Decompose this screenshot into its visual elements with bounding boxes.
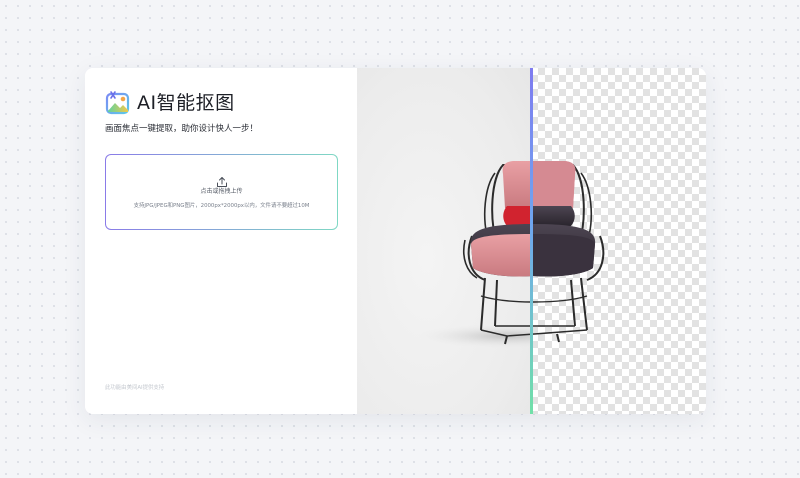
cutout-card: AI智能抠图 画面焦点一键提取，助你设计快人一步！ 点击或拖拽上传 支持JPG/…: [85, 68, 706, 414]
upload-icon: [216, 173, 228, 187]
powered-by-text: 此功能由美间AI提供支持: [105, 385, 165, 391]
upload-hint: 支持JPG/JPEG和PNG图片，2000px*2000px以内，文件请不要超过…: [133, 203, 310, 209]
chair-cutout-image: [531, 68, 706, 414]
page-subtitle: 画面焦点一键提取，助你设计快人一步！: [105, 124, 259, 134]
cutout-result-image: [531, 68, 706, 414]
upload-dropzone[interactable]: 点击或拖拽上传 支持JPG/JPEG和PNG图片，2000px*2000px以内…: [105, 154, 338, 230]
preview-panel: [357, 68, 706, 414]
page-title: AI智能抠图: [137, 92, 235, 114]
upload-label: 点击或拖拽上传: [200, 188, 243, 195]
image-cutout-logo-icon: [105, 90, 131, 116]
chair-image: [357, 68, 531, 414]
original-image: [357, 68, 531, 414]
compare-slider-handle[interactable]: [530, 68, 533, 414]
control-panel: AI智能抠图 画面焦点一键提取，助你设计快人一步！ 点击或拖拽上传 支持JPG/…: [85, 68, 357, 414]
